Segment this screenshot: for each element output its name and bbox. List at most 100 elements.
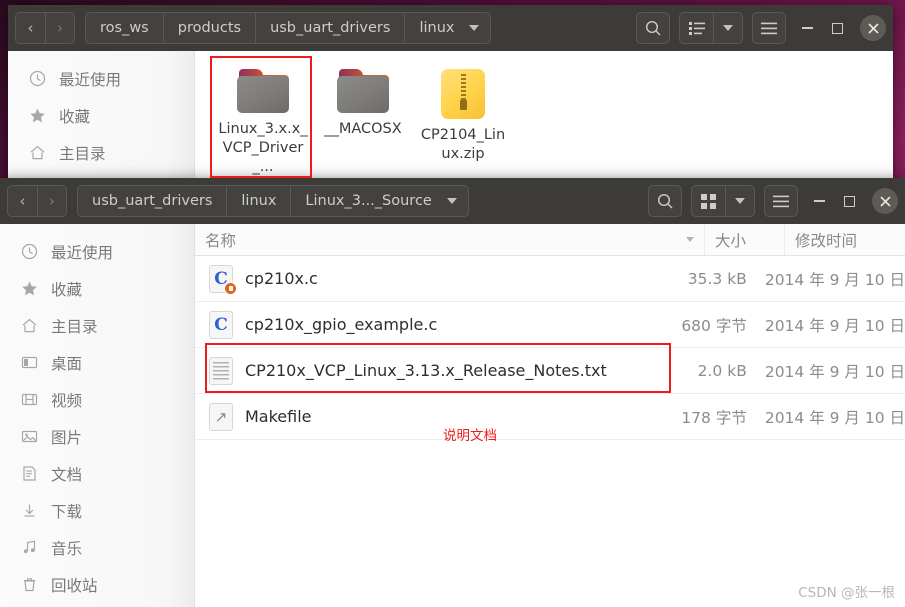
image-icon (18, 428, 40, 446)
file-date-cell: 2014 年 9 月 10 日 (764, 408, 905, 427)
music-icon (18, 539, 40, 557)
breadcrumb-item-0[interactable]: usb_uart_drivers (78, 186, 227, 216)
window-controls-bottom (804, 186, 898, 216)
back-button[interactable]: ‹ (16, 13, 45, 43)
file-grid-top[interactable]: Linux_3.x.x_VCP_Driver_... __MACOSX CP21… (195, 51, 893, 180)
sidebar-bottom: 最近使用 收藏 主目录 桌面 视频 图片 文档 下载 音乐 回收站 (0, 224, 195, 607)
file-date-cell: 2014 年 9 月 10 日 (764, 362, 905, 381)
file-name-label: cp210x_gpio_example.c (245, 315, 438, 334)
home-icon (26, 144, 48, 162)
maximize-button[interactable] (834, 186, 864, 216)
sidebar-item-videos[interactable]: 视频 (0, 381, 194, 418)
column-header-size[interactable]: 大小 (705, 224, 785, 255)
search-icon (645, 20, 660, 35)
list-view-button[interactable] (680, 13, 713, 43)
file-name-label: cp210x.c (245, 269, 318, 288)
minimize-button[interactable] (804, 186, 834, 216)
trash-icon (18, 576, 40, 594)
minimize-icon (813, 200, 825, 202)
home-icon (18, 317, 40, 335)
minimize-button[interactable] (792, 13, 822, 43)
sidebar-label: 最近使用 (59, 70, 122, 89)
file-name-cell: C cp210x_gpio_example.c (195, 310, 675, 339)
folder-icon (237, 69, 289, 113)
breadcrumb-item-2[interactable]: usb_uart_drivers (255, 13, 405, 43)
maximize-button[interactable] (822, 13, 852, 43)
file-item-folder-macosx[interactable]: __MACOSX (313, 63, 413, 177)
sidebar-label: 主目录 (59, 144, 106, 163)
sidebar-item-downloads[interactable]: 下载 (0, 492, 194, 529)
menu-button[interactable] (752, 12, 786, 44)
breadcrumb-item-3[interactable]: linux (404, 13, 463, 43)
search-button[interactable] (648, 185, 682, 217)
table-row[interactable]: C cp210x_gpio_example.c 680 字节 2014 年 9 … (195, 302, 905, 348)
chevron-down-icon (469, 25, 480, 31)
desktop-icon (18, 354, 40, 372)
sidebar-item-documents[interactable]: 文档 (0, 455, 194, 492)
column-header-name[interactable]: 名称 (195, 224, 705, 255)
close-button[interactable] (872, 188, 898, 214)
hamburger-menu-icon (761, 22, 777, 34)
sidebar-label: 文档 (51, 465, 83, 484)
star-icon (18, 280, 40, 298)
close-icon (879, 195, 891, 207)
search-button[interactable] (636, 12, 670, 44)
sidebar-item-recent[interactable]: 最近使用 (0, 233, 194, 270)
breadcrumb-item-1[interactable]: products (162, 13, 256, 43)
view-mode-group-top (679, 12, 743, 44)
breadcrumb-dropdown[interactable] (439, 186, 468, 216)
sidebar-item-pictures[interactable]: 图片 (0, 418, 194, 455)
makefile-icon: ↗ (209, 402, 233, 431)
document-icon (18, 465, 40, 483)
list-view-icon (688, 22, 705, 35)
sidebar-item-recent[interactable]: 最近使用 (8, 60, 194, 97)
maximize-icon (831, 22, 843, 34)
breadcrumb-dropdown[interactable] (462, 13, 491, 43)
view-mode-group-bottom (691, 185, 755, 217)
table-row[interactable]: CP210x_VCP_Linux_3.13.x_Release_Notes.tx… (195, 348, 905, 394)
video-icon (18, 391, 40, 409)
column-header-label: 名称 (205, 231, 237, 250)
sidebar-label: 音乐 (51, 539, 83, 558)
grid-view-button[interactable] (692, 186, 725, 216)
file-manager-window-bottom[interactable]: ‹ › usb_uart_drivers linux Linux_3..._So… (0, 178, 905, 607)
close-icon (867, 22, 879, 34)
table-row[interactable]: ↗ Makefile 178 字节 2014 年 9 月 10 日 (195, 394, 905, 440)
nav-button-group: ‹ › (7, 185, 67, 217)
c-source-icon: C (209, 310, 233, 339)
file-date-cell: 2014 年 9 月 10 日 (764, 270, 905, 289)
clock-icon (18, 243, 40, 261)
view-mode-dropdown[interactable] (725, 186, 754, 216)
breadcrumb-item-0[interactable]: ros_ws (86, 13, 163, 43)
chevron-down-icon (446, 198, 457, 204)
breadcrumb-item-2[interactable]: Linux_3..._Source (290, 186, 440, 216)
file-list-bottom[interactable]: 名称 大小 修改时间 C cp210x.c 35.3 kB 2014 年 9 月… (195, 224, 905, 607)
file-size-cell: 178 字节 (681, 408, 747, 427)
chevron-down-icon (723, 25, 733, 31)
hamburger-menu-icon (773, 195, 789, 207)
sidebar-item-home[interactable]: 主目录 (8, 134, 194, 171)
file-item-zip-cp2104[interactable]: CP2104_Linux.zip (413, 63, 513, 177)
sidebar-item-desktop[interactable]: 桌面 (0, 344, 194, 381)
file-manager-window-top[interactable]: ‹ › ros_ws products usb_uart_drivers lin… (8, 5, 893, 180)
sidebar-item-music[interactable]: 音乐 (0, 529, 194, 566)
breadcrumb-item-1[interactable]: linux (226, 186, 291, 216)
sidebar-item-starred[interactable]: 收藏 (0, 270, 194, 307)
table-row[interactable]: C cp210x.c 35.3 kB 2014 年 9 月 10 日 (195, 256, 905, 302)
sidebar-item-trash[interactable]: 回收站 (0, 566, 194, 603)
menu-button[interactable] (764, 185, 798, 217)
view-mode-dropdown[interactable] (713, 13, 742, 43)
file-size-cell: 35.3 kB (687, 269, 747, 288)
forward-button[interactable]: › (45, 13, 74, 43)
file-item-folder-vcp[interactable]: Linux_3.x.x_VCP_Driver_... (213, 63, 313, 177)
close-button[interactable] (860, 15, 886, 41)
column-header-date[interactable]: 修改时间 (785, 224, 905, 255)
sidebar-label: 收藏 (59, 107, 91, 126)
column-headers: 名称 大小 修改时间 (195, 224, 905, 256)
back-button[interactable]: ‹ (8, 186, 37, 216)
clock-icon (26, 70, 48, 88)
sidebar-item-starred[interactable]: 收藏 (8, 97, 194, 134)
titlebar-right-controls-bottom (639, 178, 898, 224)
sidebar-item-home[interactable]: 主目录 (0, 307, 194, 344)
forward-button[interactable]: › (37, 186, 66, 216)
